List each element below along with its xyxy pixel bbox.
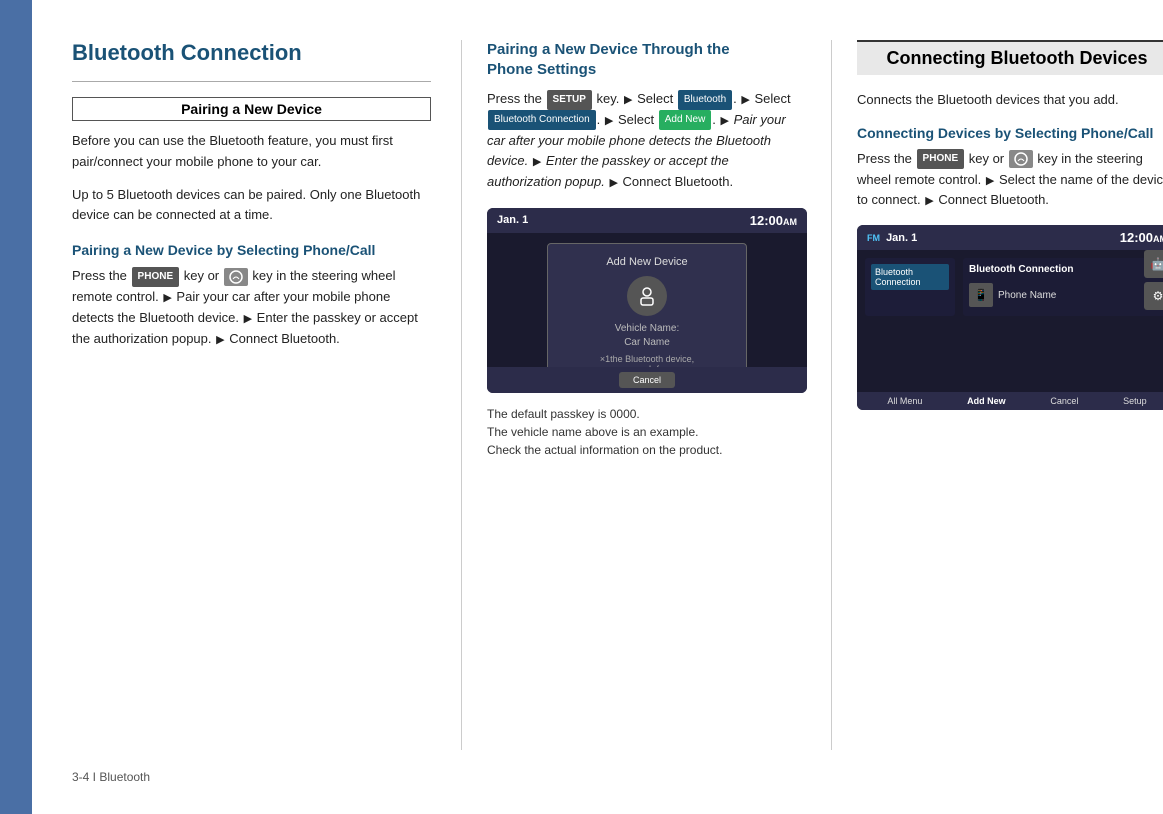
middle-arrow6: ▶ <box>609 177 617 189</box>
left-column: Bluetooth Connection Pairing a New Devic… <box>72 40 462 750</box>
right-screen-footer: All Menu Add New Cancel Setup <box>857 392 1163 410</box>
bt-screen-body: Bluetooth Connection Bluetooth Connectio… <box>857 250 1163 324</box>
screen-date: Jan. 1 <box>497 214 528 226</box>
right-arrow1: ▶ <box>986 175 994 187</box>
main-content: Bluetooth Connection Pairing a New Devic… <box>32 0 1163 814</box>
bluetooth-connection-button: Bluetooth Connection <box>488 110 596 130</box>
settings-icon: ⚙ <box>1144 282 1163 310</box>
right-screen-date: FM Jan. 1 <box>867 232 917 244</box>
right-screen-time: 12:00AM <box>1120 230 1163 245</box>
caption-1: The default passkey is 0000. <box>487 405 806 423</box>
cancel-screen-btn: Cancel <box>619 372 675 388</box>
device-icon <box>627 276 667 316</box>
right-screen-header: FM Jan. 1 12:00AM <box>857 225 1163 250</box>
intro-text-2: Up to 5 Bluetooth devices can be paired.… <box>72 185 431 227</box>
footer-text: 3-4 I Bluetooth <box>72 770 150 784</box>
caption-3: Check the actual information on the prod… <box>487 441 806 459</box>
subsection1-text-prefix: Press the <box>72 268 127 283</box>
arrow3: ▶ <box>216 334 224 346</box>
right-screen-mockup: FM Jan. 1 12:00AM Bluetooth Connection B… <box>857 225 1163 410</box>
connecting-bt-devices-title: Connecting Bluetooth Devices <box>857 40 1163 75</box>
left-sidebar <box>0 0 32 814</box>
fm-label: FM <box>867 233 880 243</box>
middle-column: Pairing a New Device Through the Phone S… <box>462 40 832 750</box>
bt-device-name: Phone Name <box>998 290 1056 301</box>
right-phone-button: PHONE <box>917 149 965 169</box>
bluetooth-connection-title: Bluetooth Connection <box>72 40 431 66</box>
middle-body-text: Press the SETUP key. ▶ Select Bluetooth.… <box>487 89 806 193</box>
footer-cancel-btn: Cancel <box>1050 396 1078 406</box>
middle-arrow2: ▶ <box>741 94 749 106</box>
arrow1: ▶ <box>163 292 171 304</box>
middle-text6: Connect Bluetooth. <box>623 174 734 189</box>
intro-text-1: Before you can use the Bluetooth feature… <box>72 131 431 173</box>
bt-device-icon: 📱 <box>969 283 993 307</box>
right-text1-prefix: Press the <box>857 151 912 166</box>
subsection1-body: Press the PHONE key or key in the steeri… <box>72 266 431 349</box>
middle-title-line2: Phone Settings <box>487 61 596 78</box>
middle-text2-pre: Select <box>754 91 790 106</box>
middle-title-line1: Pairing a New Device Through the <box>487 41 730 58</box>
caption-2: The vehicle name above is an example. <box>487 423 806 441</box>
connecting-devices-subtitle: Connecting Devices by Selecting Phone/Ca… <box>857 125 1163 141</box>
steering-wheel-icon-btn <box>224 268 248 286</box>
right-intro-text: Connects the Bluetooth devices that you … <box>857 90 1163 111</box>
subsection1-text4: Connect Bluetooth. <box>229 331 340 346</box>
vehicle-label: Vehicle Name: Car Name <box>560 322 734 350</box>
phone-screen-mockup: Jan. 1 12:00AM Add New Device <box>487 208 807 393</box>
bt-device-row: 📱 Phone Name <box>969 280 1163 310</box>
bt-menu-left: Bluetooth Connection <box>865 258 955 316</box>
page-footer: 3-4 I Bluetooth <box>72 750 1163 784</box>
screen-footer: Cancel <box>487 367 807 393</box>
divider <box>72 81 431 82</box>
middle-arrow5: ▶ <box>533 156 541 168</box>
bt-content-title: Bluetooth Connection <box>969 264 1163 275</box>
arrow2: ▶ <box>244 313 252 325</box>
phone-button-label: PHONE <box>132 267 180 287</box>
subsection1-title: Pairing a New Device by Selecting Phone/… <box>72 242 431 258</box>
right-text1-mid: key or <box>969 151 1004 166</box>
screen-time: 12:00AM <box>750 213 797 228</box>
add-new-button: Add New <box>659 110 712 130</box>
modal-title: Add New Device <box>560 256 734 268</box>
right-arrow2: ▶ <box>925 195 933 207</box>
right-steering-wheel-icon <box>1009 150 1033 168</box>
middle-text1-prefix: Press the <box>487 91 542 106</box>
middle-arrow1: ▶ <box>624 94 632 106</box>
middle-arrow3: ▶ <box>605 115 613 127</box>
middle-text3-pre: Select <box>618 112 654 127</box>
bluetooth-button: Bluetooth <box>678 90 732 110</box>
middle-text1-mid: key. <box>597 91 620 106</box>
screen-header: Jan. 1 12:00AM <box>487 208 807 233</box>
columns-layout: Bluetooth Connection Pairing a New Devic… <box>72 40 1163 750</box>
right-body: Press the PHONE key or key in the steeri… <box>857 149 1163 211</box>
setup-button: SETUP <box>547 90 592 110</box>
subsection1-text-mid: key or <box>184 268 219 283</box>
middle-text1-mid2: Select <box>637 91 673 106</box>
middle-arrow4: ▶ <box>721 115 729 127</box>
middle-title: Pairing a New Device Through the Phone S… <box>487 40 806 79</box>
bt-content-right: Bluetooth Connection 📱 Phone Name <box>963 258 1163 316</box>
footer-all-menu-btn: All Menu <box>887 396 922 406</box>
pairing-new-device-heading: Pairing a New Device <box>72 97 431 121</box>
android-icon: 🤖 <box>1144 250 1163 278</box>
right-column: Connecting Bluetooth Devices Connects th… <box>832 40 1163 750</box>
footer-add-new-btn: Add New <box>967 396 1006 406</box>
bt-connection-menu-item: Bluetooth Connection <box>871 264 949 290</box>
right-side-icons: 🤖 ⚙ <box>1144 250 1163 310</box>
right-text3: Connect Bluetooth. <box>938 192 1049 207</box>
footer-setup-btn: Setup <box>1123 396 1147 406</box>
